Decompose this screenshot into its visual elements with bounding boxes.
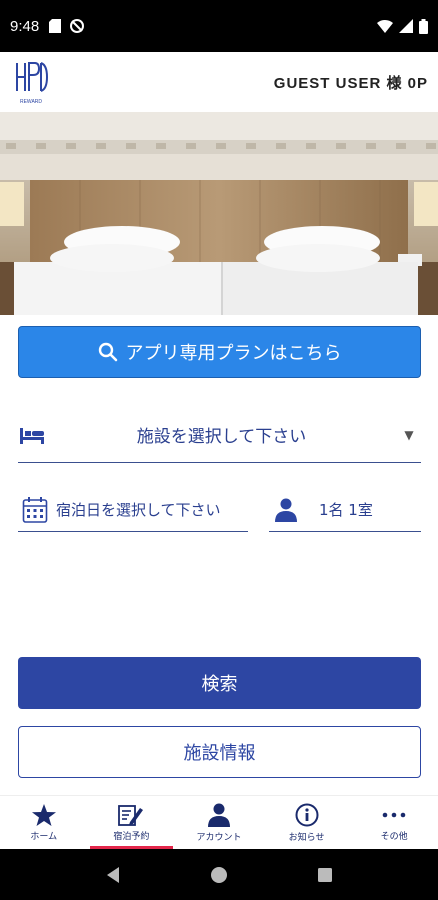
bed-icon bbox=[20, 427, 44, 444]
nav-label-home: ホーム bbox=[30, 831, 58, 842]
nav-item-account[interactable]: アカウント bbox=[175, 796, 263, 849]
system-icons bbox=[377, 18, 428, 34]
guest-room-field[interactable]: 1名 1室 bbox=[269, 488, 421, 532]
facility-select[interactable]: 施設を選択して下さい ▼ bbox=[18, 407, 421, 463]
nav-label-booking: 宿泊予約 bbox=[113, 831, 150, 842]
sd-card-icon bbox=[49, 19, 62, 33]
facility-select-label: 施設を選択して下さい bbox=[136, 427, 307, 447]
back-icon[interactable] bbox=[105, 866, 121, 884]
stay-date-placeholder: 宿泊日を選択して下さい bbox=[56, 501, 221, 519]
nav-item-more[interactable]: その他 bbox=[350, 796, 438, 849]
nav-label-account: アカウント bbox=[196, 832, 242, 843]
facility-info-button-label: 施設情報 bbox=[183, 743, 256, 764]
app-exclusive-plan-button[interactable]: アプリ専用プランはこちら bbox=[18, 326, 421, 378]
star-icon bbox=[31, 803, 56, 826]
person-icon bbox=[207, 803, 230, 827]
dropdown-arrow-icon: ▼ bbox=[404, 427, 414, 442]
svg-text:REWARD: REWARD bbox=[20, 99, 42, 105]
recents-icon[interactable] bbox=[317, 867, 333, 883]
promo-button-label: アプリ専用プランはこちら bbox=[125, 343, 342, 364]
wifi-icon bbox=[377, 19, 393, 33]
stay-date-field[interactable]: 宿泊日を選択して下さい bbox=[18, 488, 248, 532]
more-icon bbox=[382, 812, 406, 817]
user-points-label: GUEST USER 様 0P bbox=[273, 74, 428, 92]
facility-info-button[interactable]: 施設情報 bbox=[18, 726, 421, 778]
android-navigation-bar bbox=[0, 849, 438, 900]
booking-icon bbox=[118, 804, 144, 826]
nav-label-notices: お知らせ bbox=[288, 832, 325, 843]
nav-item-booking[interactable]: 宿泊予約 bbox=[88, 796, 176, 849]
calendar-icon bbox=[22, 496, 48, 523]
nav-item-home[interactable]: ホーム bbox=[0, 796, 88, 849]
nav-item-notices[interactable]: お知らせ bbox=[263, 796, 351, 849]
bottom-navigation: ホーム 宿泊予約 アカウント お知らせ その他 bbox=[0, 795, 438, 849]
search-button-label: 検索 bbox=[201, 674, 238, 695]
status-bar: 9:48 bbox=[0, 0, 438, 52]
hero-hotel-room-image bbox=[0, 112, 438, 315]
nav-label-more: その他 bbox=[380, 831, 408, 842]
notification-icons bbox=[49, 18, 85, 34]
status-time: 9:48 bbox=[10, 17, 40, 35]
search-icon bbox=[98, 342, 117, 362]
search-button[interactable]: 検索 bbox=[18, 657, 421, 709]
brand-logo[interactable]: REWARD bbox=[14, 57, 48, 107]
home-circle-icon[interactable] bbox=[210, 866, 228, 884]
battery-icon bbox=[419, 18, 428, 34]
guest-room-value: 1名 1室 bbox=[319, 501, 373, 519]
no-sync-icon bbox=[70, 19, 85, 33]
info-icon bbox=[295, 803, 319, 826]
app-header: REWARD GUEST USER 様 0P bbox=[0, 52, 438, 112]
signal-icon bbox=[399, 19, 413, 33]
person-icon bbox=[275, 498, 297, 522]
